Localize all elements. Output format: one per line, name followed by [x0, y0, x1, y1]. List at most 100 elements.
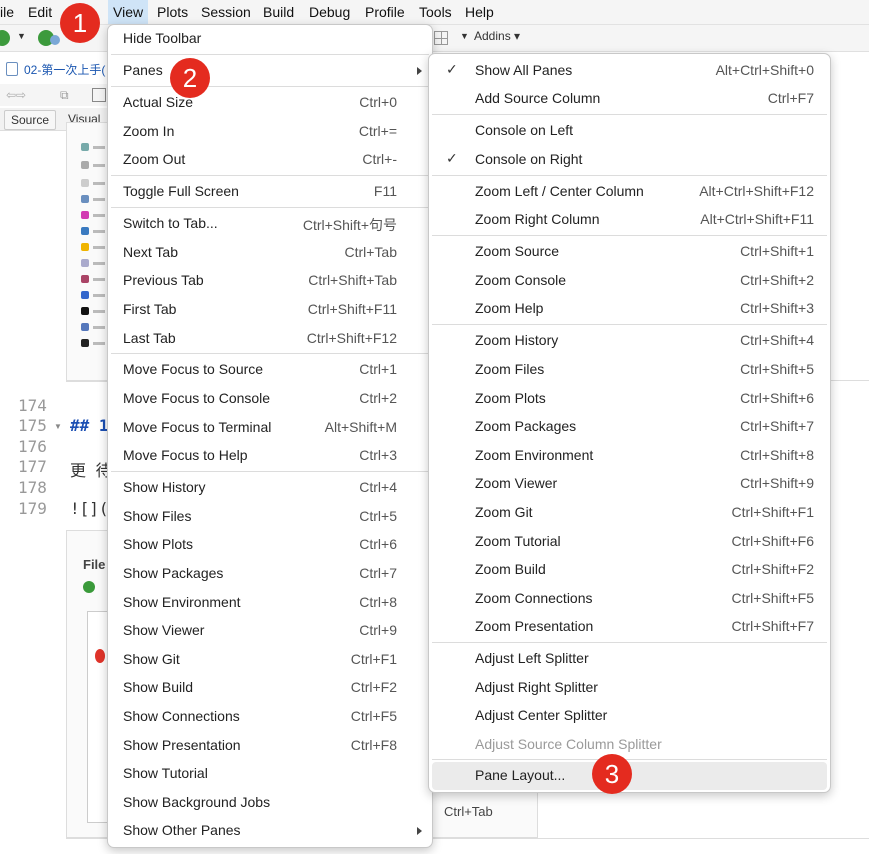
menu-item-adjust-center-splitter[interactable]: Adjust Center Splitter [429, 702, 830, 730]
menu-item-actual-size[interactable]: Actual Size Ctrl+0 [108, 89, 432, 117]
menu-item-shortcut: Ctrl+0 [359, 94, 397, 110]
chevron-down-icon[interactable]: ▼ [460, 31, 469, 41]
menu-item-label: Zoom Source [475, 243, 560, 259]
menu-item-show-all-panes[interactable]: ✓ Show All Panes Alt+Ctrl+Shift+0 [429, 57, 830, 85]
menu-item-label: Zoom In [123, 123, 175, 139]
menu-help[interactable]: Help [460, 0, 499, 24]
menu-file[interactable]: ile [0, 0, 19, 24]
chevron-down-icon[interactable]: ▼ [17, 31, 26, 41]
menu-item-zoom-left-center[interactable]: Zoom Left / Center Column Alt+Ctrl+Shift… [429, 178, 830, 206]
menu-item-label: Zoom Tutorial [475, 533, 561, 549]
save-icon[interactable] [92, 88, 106, 102]
menu-item-shortcut: Ctrl+Shift+5 [740, 361, 814, 377]
menu-item-previous-tab[interactable]: Previous Tab Ctrl+Shift+Tab [108, 267, 432, 295]
menu-item-zoom-connections[interactable]: Zoom Connections Ctrl+Shift+F5 [429, 585, 830, 613]
menu-item-move-focus-source[interactable]: Move Focus to Source Ctrl+1 [108, 356, 432, 384]
menu-session[interactable]: Session [196, 0, 256, 24]
menu-item-zoom-git[interactable]: Zoom Git Ctrl+Shift+F1 [429, 499, 830, 527]
menu-item-show-background-jobs[interactable]: Show Background Jobs [108, 789, 432, 817]
menu-item-zoom-help[interactable]: Zoom Help Ctrl+Shift+3 [429, 295, 830, 323]
menu-debug[interactable]: Debug [304, 0, 355, 24]
menu-item-zoom-history[interactable]: Zoom History Ctrl+Shift+4 [429, 327, 830, 355]
plus-icon [83, 581, 95, 593]
menu-separator [111, 471, 429, 472]
menu-item-zoom-packages[interactable]: Zoom Packages Ctrl+Shift+7 [429, 413, 830, 441]
menu-item-zoom-in[interactable]: Zoom In Ctrl+= [108, 118, 432, 146]
menu-item-shortcut: Alt+Ctrl+Shift+F11 [700, 211, 814, 227]
menu-item-zoom-viewer[interactable]: Zoom Viewer Ctrl+Shift+9 [429, 470, 830, 498]
back-forward-icon[interactable]: ⇦⇨ [6, 88, 26, 102]
menu-item-add-source-column[interactable]: Add Source Column Ctrl+F7 [429, 85, 830, 113]
menu-item-switch-to-tab[interactable]: Switch to Tab... Ctrl+Shift+句号 [108, 210, 432, 238]
menu-item-hide-toolbar[interactable]: Hide Toolbar [108, 25, 432, 53]
menu-item-zoom-plots[interactable]: Zoom Plots Ctrl+Shift+6 [429, 385, 830, 413]
menu-item-show-files[interactable]: Show Files Ctrl+5 [108, 503, 432, 531]
menu-profile[interactable]: Profile [360, 0, 410, 24]
menu-item-zoom-files[interactable]: Zoom Files Ctrl+Shift+5 [429, 356, 830, 384]
menu-item-label: Show Environment [123, 594, 241, 610]
line-number: 177 [18, 457, 47, 476]
menu-item-zoom-out[interactable]: Zoom Out Ctrl+- [108, 146, 432, 174]
tab-source[interactable]: Source [4, 110, 57, 130]
workspace-panes-icon[interactable] [434, 31, 448, 45]
menu-item-zoom-right-column[interactable]: Zoom Right Column Alt+Ctrl+Shift+F11 [429, 206, 830, 234]
menu-item-label: Zoom Console [475, 272, 567, 288]
menu-item-zoom-presentation[interactable]: Zoom Presentation Ctrl+Shift+F7 [429, 613, 830, 641]
menu-item-zoom-console[interactable]: Zoom Console Ctrl+Shift+2 [429, 267, 830, 295]
menu-item-console-on-left[interactable]: Console on Left [429, 117, 830, 145]
menu-item-label: Zoom Environment [475, 447, 594, 463]
menu-item-move-focus-help[interactable]: Move Focus to Help Ctrl+3 [108, 442, 432, 470]
menu-item-shortcut: Ctrl+3 [359, 447, 397, 463]
menu-edit[interactable]: Edit [23, 0, 57, 24]
menu-item-first-tab[interactable]: First Tab Ctrl+Shift+F11 [108, 296, 432, 324]
menu-item-zoom-environment[interactable]: Zoom Environment Ctrl+Shift+8 [429, 442, 830, 470]
document-tab[interactable]: 02-第一次上手( [0, 57, 110, 81]
menu-item-show-build[interactable]: Show Build Ctrl+F2 [108, 674, 432, 702]
menu-item-show-viewer[interactable]: Show Viewer Ctrl+9 [108, 617, 432, 645]
menu-tools[interactable]: Tools [414, 0, 457, 24]
menu-item-zoom-source[interactable]: Zoom Source Ctrl+Shift+1 [429, 238, 830, 266]
menu-item-console-on-right[interactable]: ✓ Console on Right [429, 146, 830, 174]
menu-plots[interactable]: Plots [152, 0, 193, 24]
menu-item-show-other-panes[interactable]: Show Other Panes [108, 817, 432, 845]
menu-item-adjust-left-splitter[interactable]: Adjust Left Splitter [429, 645, 830, 673]
menu-item-zoom-tutorial[interactable]: Zoom Tutorial Ctrl+Shift+F6 [429, 528, 830, 556]
menu-item-label: Show Build [123, 679, 194, 695]
menu-item-show-plots[interactable]: Show Plots Ctrl+6 [108, 531, 432, 559]
menu-item-show-connections[interactable]: Show Connections Ctrl+F5 [108, 703, 432, 731]
submenu-arrow-icon [417, 827, 422, 835]
menu-item-shortcut: Ctrl+Shift+4 [740, 332, 814, 348]
menu-item-next-tab[interactable]: Next Tab Ctrl+Tab [108, 239, 432, 267]
addins-button[interactable]: Addins ▾ [474, 29, 520, 43]
menu-item-zoom-build[interactable]: Zoom Build Ctrl+Shift+F2 [429, 556, 830, 584]
menu-item-show-presentation[interactable]: Show Presentation Ctrl+F8 [108, 732, 432, 760]
line-number: 174 [18, 396, 47, 415]
menu-item-adjust-right-splitter[interactable]: Adjust Right Splitter [429, 674, 830, 702]
menu-item-shortcut: Ctrl+F5 [350, 708, 397, 724]
menu-item-show-git[interactable]: Show Git Ctrl+F1 [108, 646, 432, 674]
menu-item-shortcut: Ctrl+F8 [350, 737, 397, 753]
menu-item-last-tab[interactable]: Last Tab Ctrl+Shift+F12 [108, 325, 432, 353]
menu-item-shortcut: Ctrl+Shift+F11 [307, 301, 397, 317]
menu-bar: ile Edit View Plots Session Build Debug … [0, 0, 869, 25]
submenu-arrow-icon [417, 67, 422, 75]
menu-view[interactable]: View [108, 0, 149, 24]
menu-build[interactable]: Build [258, 0, 299, 24]
menu-item-shortcut: Ctrl+F1 [350, 651, 397, 667]
menu-item-show-history[interactable]: Show History Ctrl+4 [108, 474, 432, 502]
menu-item-move-focus-terminal[interactable]: Move Focus to Terminal Alt+Shift+M [108, 414, 432, 442]
menu-item-label: Switch to Tab... [123, 215, 218, 231]
new-file-icon[interactable] [0, 30, 10, 46]
menu-item-shortcut: Ctrl+2 [359, 390, 397, 406]
line-number: 175 [18, 416, 47, 435]
menu-separator [111, 353, 429, 354]
menu-item-show-tutorial[interactable]: Show Tutorial [108, 760, 432, 788]
fold-toggle-icon[interactable]: ▼ [54, 422, 62, 431]
menu-item-show-packages[interactable]: Show Packages Ctrl+7 [108, 560, 432, 588]
show-in-window-icon[interactable]: ⧉ [60, 88, 69, 103]
menu-item-toggle-full-screen[interactable]: Toggle Full Screen F11 [108, 178, 432, 206]
menu-item-move-focus-console[interactable]: Move Focus to Console Ctrl+2 [108, 385, 432, 413]
menu-item-panes[interactable]: Panes [108, 57, 432, 85]
menu-item-show-environment[interactable]: Show Environment Ctrl+8 [108, 589, 432, 617]
menu-item-shortcut: Ctrl+6 [359, 536, 397, 552]
